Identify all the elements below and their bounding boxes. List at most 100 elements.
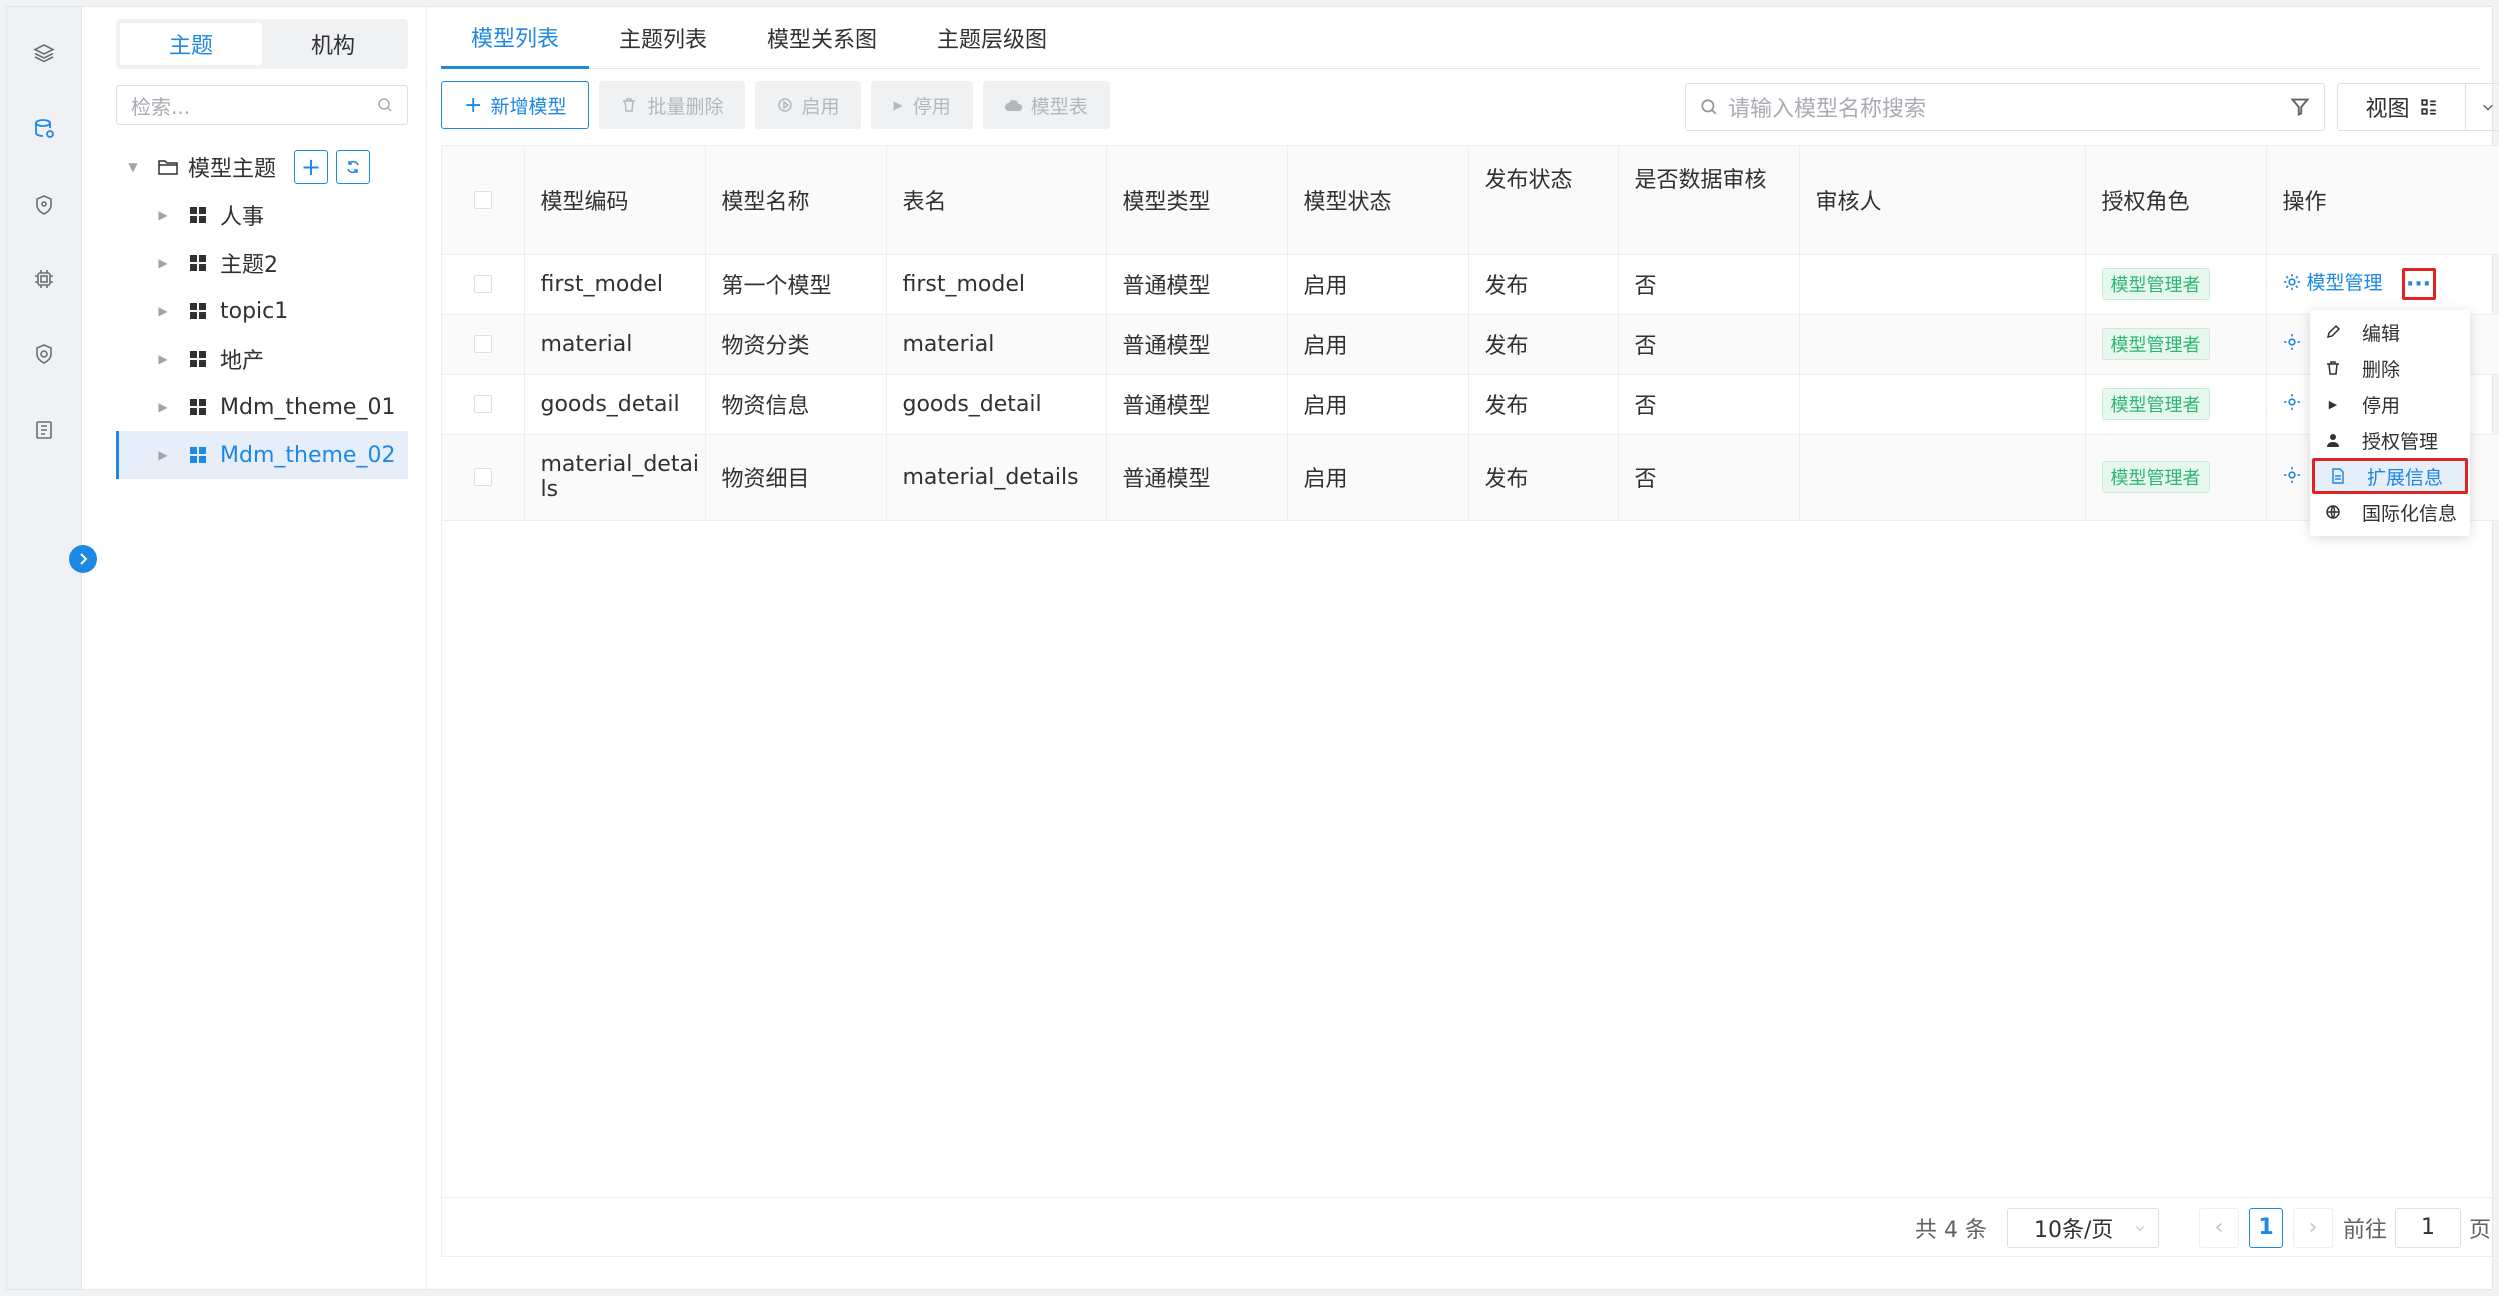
- view-label: 视图: [2365, 97, 2410, 122]
- list-view-icon: [2420, 99, 2436, 115]
- caret-right-icon[interactable]: ▶: [156, 304, 170, 318]
- theme-tree-panel: 主题 机构 检索... ▼ 模型主题 + ▶ 人事 ▶ 主题2 ▶ topic1…: [82, 7, 427, 1289]
- filter-icon[interactable]: [2290, 97, 2310, 117]
- menu-item-i18n[interactable]: 国际化信息: [2310, 494, 2470, 530]
- tree-item-label: topic1: [220, 298, 289, 324]
- tree-item[interactable]: ▶ 人事: [116, 191, 408, 239]
- cell-publish: 发布: [1468, 314, 1619, 375]
- cell-role: 模型管理者: [2085, 374, 2267, 435]
- menu-item-auth[interactable]: 授权管理: [2310, 422, 2470, 458]
- cell-reviewer: [1799, 374, 2086, 435]
- menu-item-label: 授权管理: [2362, 430, 2439, 453]
- play-circle-icon: [778, 98, 793, 112]
- enable-button[interactable]: 启用: [755, 81, 862, 129]
- view-button[interactable]: 视图: [2338, 84, 2466, 130]
- segment-theme[interactable]: 主题: [120, 23, 262, 65]
- model-table-button[interactable]: 模型表: [982, 81, 1110, 129]
- cell-type: 普通模型: [1106, 314, 1288, 375]
- menu-item-label: 删除: [2362, 358, 2401, 381]
- cell-code: first_model: [524, 254, 706, 315]
- tree-item-label: Mdm_theme_01: [220, 394, 396, 420]
- edit-icon: [2324, 324, 2342, 340]
- caret-right-icon[interactable]: ▶: [156, 352, 170, 366]
- segment-org[interactable]: 机构: [262, 23, 404, 65]
- menu-item-extended-info[interactable]: 扩展信息: [2312, 458, 2468, 494]
- menu-item-delete[interactable]: 删除: [2310, 350, 2470, 386]
- tree-item[interactable]: ▶ topic1: [116, 287, 408, 335]
- cell-code-line1: material_detai: [540, 452, 700, 477]
- tab-theme-list[interactable]: 主题列表: [589, 7, 737, 69]
- database-icon[interactable]: [30, 115, 58, 143]
- row-checkbox[interactable]: [473, 275, 492, 293]
- more-actions-button[interactable]: ···: [2401, 268, 2436, 300]
- main-content: 模型列表 主题列表 模型关系图 主题层级图 + 新增模型 批量删除 启用 ▶ 停…: [427, 7, 2499, 1289]
- refresh-button[interactable]: [336, 150, 371, 184]
- view-dropdown-button[interactable]: [2466, 100, 2499, 114]
- select-all-checkbox[interactable]: [473, 190, 492, 209]
- shield-icon[interactable]: [30, 191, 58, 219]
- security-icon[interactable]: [30, 340, 58, 368]
- row-checkbox[interactable]: [473, 335, 492, 353]
- model-search-input[interactable]: 请输入模型名称搜索: [1685, 83, 2325, 131]
- prev-page-button[interactable]: ‹: [2198, 1207, 2239, 1248]
- tree-item[interactable]: ▶ Mdm_theme_01: [116, 383, 408, 431]
- tree-item[interactable]: ▶ 主题2: [116, 239, 408, 287]
- cell-role: 模型管理者: [2085, 314, 2267, 375]
- document-icon[interactable]: [30, 416, 58, 444]
- batch-delete-button[interactable]: 批量删除: [599, 81, 746, 129]
- next-page-button[interactable]: ›: [2292, 1207, 2333, 1248]
- refresh-icon: [347, 160, 359, 174]
- menu-item-disable[interactable]: ▶ 停用: [2310, 386, 2470, 422]
- caret-down-icon[interactable]: ▼: [126, 160, 140, 174]
- cell-reviewer: [1799, 434, 2086, 521]
- model-manage-label: 模型管理: [2306, 272, 2383, 294]
- tree-search-input[interactable]: 检索...: [116, 85, 408, 125]
- disable-button[interactable]: ▶ 停用: [871, 81, 973, 129]
- row-checkbox[interactable]: [473, 468, 492, 486]
- tree-item-selected[interactable]: ▶ Mdm_theme_02: [116, 431, 408, 479]
- page-size-select[interactable]: 10条/页: [2006, 1207, 2159, 1248]
- cell-role: 模型管理者: [2085, 434, 2267, 521]
- cell-audit: 否: [1618, 314, 1800, 375]
- layers-icon[interactable]: [30, 39, 58, 67]
- row-checkbox[interactable]: [473, 395, 492, 413]
- caret-right-icon[interactable]: ▶: [156, 208, 170, 222]
- add-theme-button[interactable]: +: [294, 150, 329, 184]
- chip-icon[interactable]: [30, 265, 58, 293]
- model-manage-link[interactable]: [2283, 466, 2301, 484]
- cell-code: material: [524, 314, 706, 375]
- view-switch[interactable]: 视图: [2337, 83, 2499, 131]
- goto-page-input[interactable]: 1: [2394, 1207, 2461, 1248]
- table-header-row: 模型编码 模型名称 表名 模型类型 模型状态 发布状态 是否数据审核 审核人 授…: [442, 146, 2499, 255]
- tree-search-placeholder: 检索...: [131, 94, 191, 119]
- cell-code: goods_detail: [524, 374, 706, 435]
- cell-reviewer: [1799, 314, 2086, 375]
- caret-right-icon[interactable]: ▶: [156, 400, 170, 414]
- tree-item[interactable]: ▶ 地产: [116, 335, 408, 383]
- file-icon: [2329, 468, 2347, 484]
- cell-status: 启用: [1287, 314, 1469, 375]
- caret-right-icon[interactable]: ▶: [156, 448, 170, 462]
- cell-table: material_details: [886, 434, 1107, 521]
- row-select-cell: [442, 434, 525, 521]
- add-model-button[interactable]: + 新增模型: [441, 81, 590, 129]
- tab-model-relation[interactable]: 模型关系图: [737, 7, 907, 69]
- page-number-current[interactable]: 1: [2248, 1207, 2283, 1248]
- tree-root[interactable]: ▼ 模型主题 +: [116, 143, 408, 191]
- menu-item-edit[interactable]: 编辑: [2310, 314, 2470, 350]
- model-manage-link[interactable]: [2283, 333, 2301, 351]
- model-manage-link[interactable]: [2283, 393, 2301, 411]
- caret-right-icon[interactable]: ▶: [156, 256, 170, 270]
- menu-item-label: 停用: [2362, 394, 2401, 417]
- tab-model-list[interactable]: 模型列表: [441, 7, 590, 69]
- add-model-label: 新增模型: [490, 95, 567, 118]
- cell-code: material_detai ls: [524, 434, 706, 521]
- model-manage-link[interactable]: 模型管理: [2283, 268, 2383, 295]
- grid-icon: [190, 351, 206, 367]
- folder-icon: [158, 160, 178, 175]
- cell-table: goods_detail: [886, 374, 1107, 435]
- tree-root-label: 模型主题: [188, 157, 277, 182]
- cell-publish: 发布: [1468, 434, 1619, 521]
- expand-sidebar-button[interactable]: [69, 545, 97, 573]
- tab-theme-hierarchy[interactable]: 主题层级图: [907, 7, 1077, 69]
